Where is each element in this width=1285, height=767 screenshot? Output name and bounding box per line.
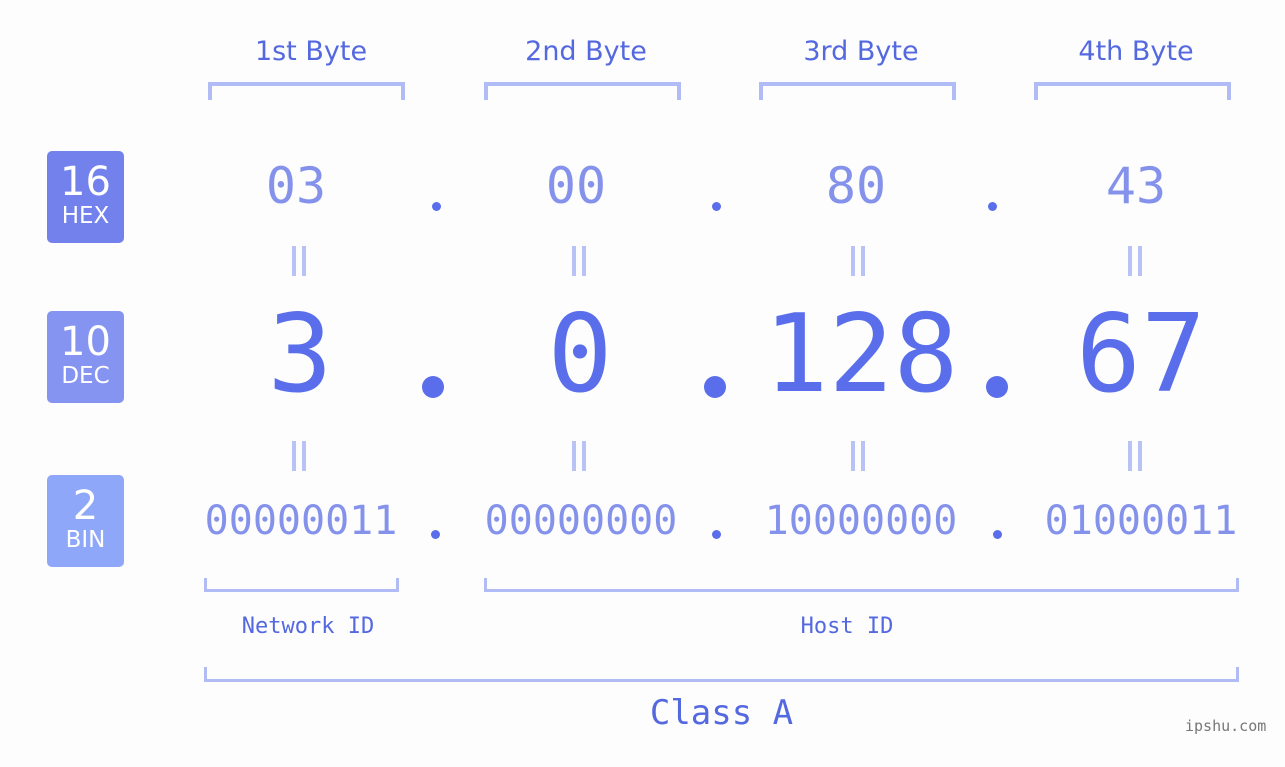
bin-separator-dot [712,530,721,539]
bin-value-1: 00000011 [204,498,398,544]
hex-separator-dot [712,202,721,211]
hex-value-4: 43 [1105,157,1167,215]
hex-separator-dot [988,202,997,211]
bin-separator-dot [431,530,440,539]
dec-separator-dot [422,376,444,398]
bin-value-2: 00000000 [484,498,678,544]
hex-badge-label: HEX [61,203,110,229]
hex-badge: 16 HEX [47,151,124,243]
byte-header-3: 3rd Byte [803,36,919,67]
dec-separator-dot [704,376,726,398]
bin-badge: 2 BIN [47,475,124,567]
dec-value-1: 3 [267,292,333,417]
byte-2-bracket [484,82,681,100]
byte-header-1: 1st Byte [254,36,368,67]
host-id-label: Host ID [800,614,894,639]
dec-value-4: 67 [1075,292,1207,417]
equals-icon [292,441,306,471]
bin-value-4: 01000011 [1044,498,1238,544]
equals-icon [851,246,865,276]
dec-value-3: 128 [763,292,959,417]
equals-icon [1128,441,1142,471]
equals-icon [851,441,865,471]
host-id-bracket [484,578,1239,592]
class-bracket [204,667,1239,682]
network-id-bracket [204,578,399,592]
byte-1-bracket [208,82,405,100]
hex-separator-dot [432,202,441,211]
bin-separator-dot [993,530,1002,539]
network-id-label: Network ID [241,614,375,639]
dec-separator-dot [986,376,1008,398]
hex-badge-number: 16 [60,159,111,205]
hex-value-1: 03 [265,157,327,215]
bin-badge-number: 2 [72,483,99,529]
byte-4-bracket [1034,82,1231,100]
equals-icon [572,441,586,471]
byte-header-4: 4th Byte [1078,36,1194,67]
dec-badge-label: DEC [61,363,110,389]
hex-value-2: 00 [545,157,607,215]
bin-badge-label: BIN [65,527,106,553]
byte-header-2: 2nd Byte [525,36,647,67]
hex-value-3: 80 [825,157,887,215]
dec-badge: 10 DEC [47,311,124,403]
dec-badge-number: 10 [60,319,111,365]
dec-value-2: 0 [547,292,613,417]
equals-icon [292,246,306,276]
byte-3-bracket [759,82,956,100]
class-label: Class A [649,693,794,733]
watermark: ipshu.com [1185,717,1267,735]
equals-icon [1128,246,1142,276]
bin-value-3: 10000000 [764,498,958,544]
equals-icon [572,246,586,276]
